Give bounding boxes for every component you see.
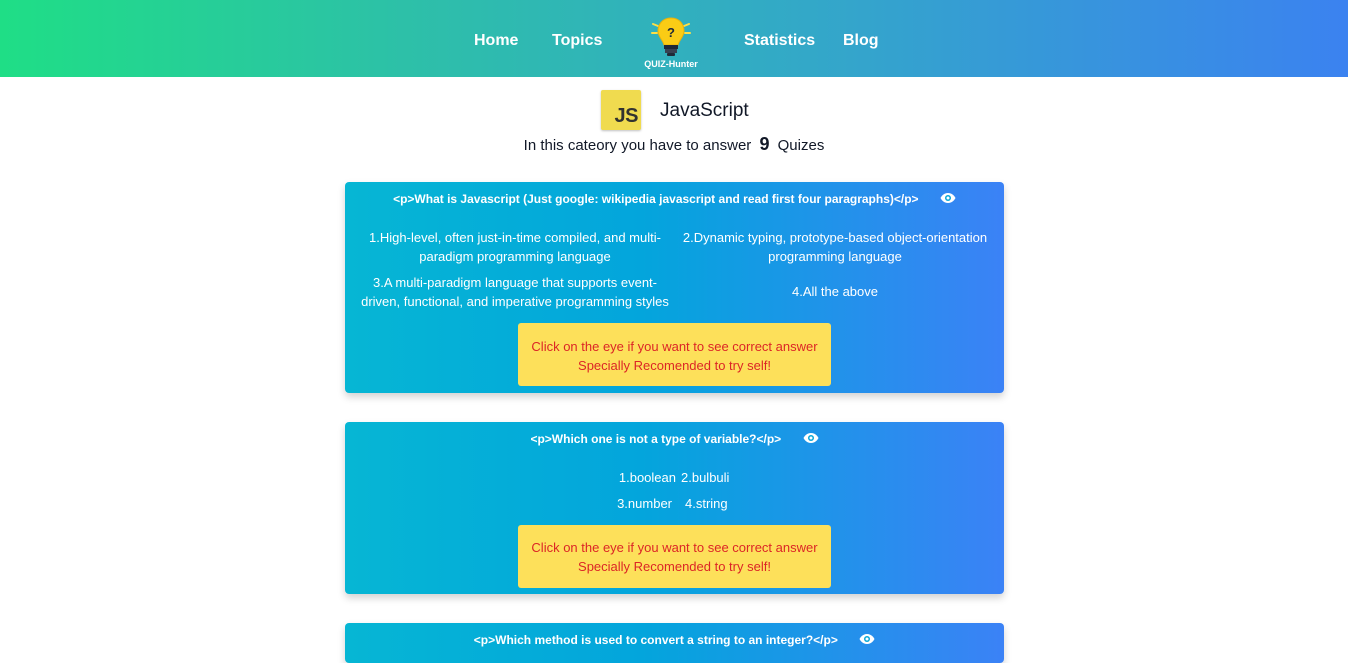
quiz-option[interactable]: 2.bulbuli <box>681 468 771 487</box>
quiz-option[interactable]: 3.number <box>604 494 672 513</box>
hint-box: Click on the eye if you want to see corr… <box>518 525 831 588</box>
quiz-option[interactable]: 4.All the above <box>675 282 995 301</box>
quiz-card: <p>Which method is used to convert a str… <box>345 623 1004 663</box>
eye-icon[interactable] <box>940 192 956 204</box>
quiz-card: <p>Which one is not a type of variable?<… <box>345 422 1004 594</box>
quiz-count: 9 <box>759 134 770 154</box>
logo-text: QUIZ-Hunter <box>644 59 698 69</box>
category-title: JavaScript <box>660 100 749 121</box>
quiz-option[interactable]: 2.Dynamic typing, prototype-based object… <box>675 228 995 266</box>
quiz-question-row: <p>What is Javascript (Just google: wiki… <box>345 191 1004 207</box>
quiz-question: <p>Which method is used to convert a str… <box>473 633 838 647</box>
quiz-option[interactable]: 4.string <box>685 494 775 513</box>
hint-box: Click on the eye if you want to see corr… <box>518 323 831 386</box>
quiz-question-row: <p>Which one is not a type of variable?<… <box>345 431 1004 447</box>
quiz-question: <p>Which one is not a type of variable?<… <box>530 432 782 446</box>
category-header: JS JavaScript In this cateory you have t… <box>0 90 1348 160</box>
logo[interactable]: ? QUIZ-Hunter <box>640 16 702 72</box>
hint-line: Click on the eye if you want to see corr… <box>531 540 818 555</box>
nav-blog-link[interactable]: Blog <box>843 31 879 51</box>
category-subtitle: In this cateory you have to answer 9 Qui… <box>0 134 1348 156</box>
quiz-option[interactable]: 1.High-level, often just-in-time compile… <box>355 228 675 266</box>
hint-line: Specially Recomended to try self! <box>578 559 771 574</box>
nav-statistics-link[interactable]: Statistics <box>744 31 815 51</box>
category-intro: In this cateory you have to answer <box>523 137 752 154</box>
quiz-option[interactable]: 1.boolean <box>604 468 676 487</box>
quiz-option[interactable]: 3.A multi-paradigm language that support… <box>355 273 675 311</box>
svg-text:?: ? <box>667 25 675 40</box>
javascript-logo-icon: JS <box>601 90 641 130</box>
lightbulb-icon: ? <box>651 17 691 56</box>
js-badge-text: JS <box>614 105 639 127</box>
eye-icon[interactable] <box>803 432 819 444</box>
navbar: Home Topics ? QUIZ-Hunter Statistics Blo… <box>0 0 1348 77</box>
quiz-question: <p>What is Javascript (Just google: wiki… <box>393 192 919 206</box>
quiz-question-row: <p>Which method is used to convert a str… <box>345 632 1004 648</box>
hint-line: Specially Recomended to try self! <box>578 358 771 373</box>
nav-topics-link[interactable]: Topics <box>552 31 602 51</box>
eye-icon[interactable] <box>859 633 875 645</box>
hint-line: Click on the eye if you want to see corr… <box>531 339 818 354</box>
nav-home-link[interactable]: Home <box>474 31 518 51</box>
category-suffix: Quizes <box>777 137 825 154</box>
quiz-card: <p>What is Javascript (Just google: wiki… <box>345 182 1004 393</box>
